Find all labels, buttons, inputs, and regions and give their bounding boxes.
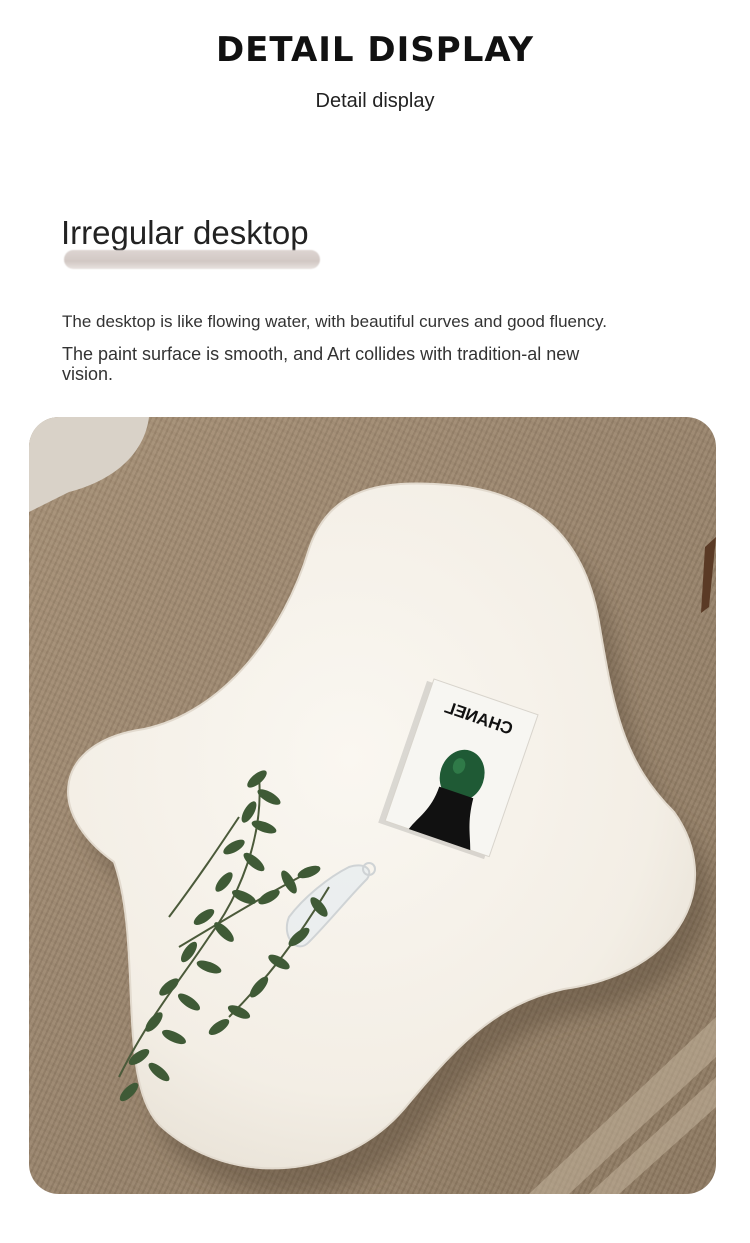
description-line-2: The paint surface is smooth, and Art col…: [62, 344, 580, 384]
sofa-corner: [29, 417, 149, 512]
table-photo: CHANEL: [29, 417, 716, 1194]
table-photo-illustration: CHANEL: [29, 417, 716, 1194]
heading-underline: [64, 250, 320, 269]
section-heading: Irregular desktop: [61, 214, 309, 251]
rug-border: [529, 1017, 716, 1194]
page-subtitle: Detail display: [315, 90, 435, 112]
chair-leg: [701, 537, 716, 613]
tabletop: [67, 482, 697, 1170]
page-title: DETAIL DISPLAY: [215, 30, 535, 70]
description-line-1: The desktop is like flowing water, with …: [62, 312, 607, 331]
